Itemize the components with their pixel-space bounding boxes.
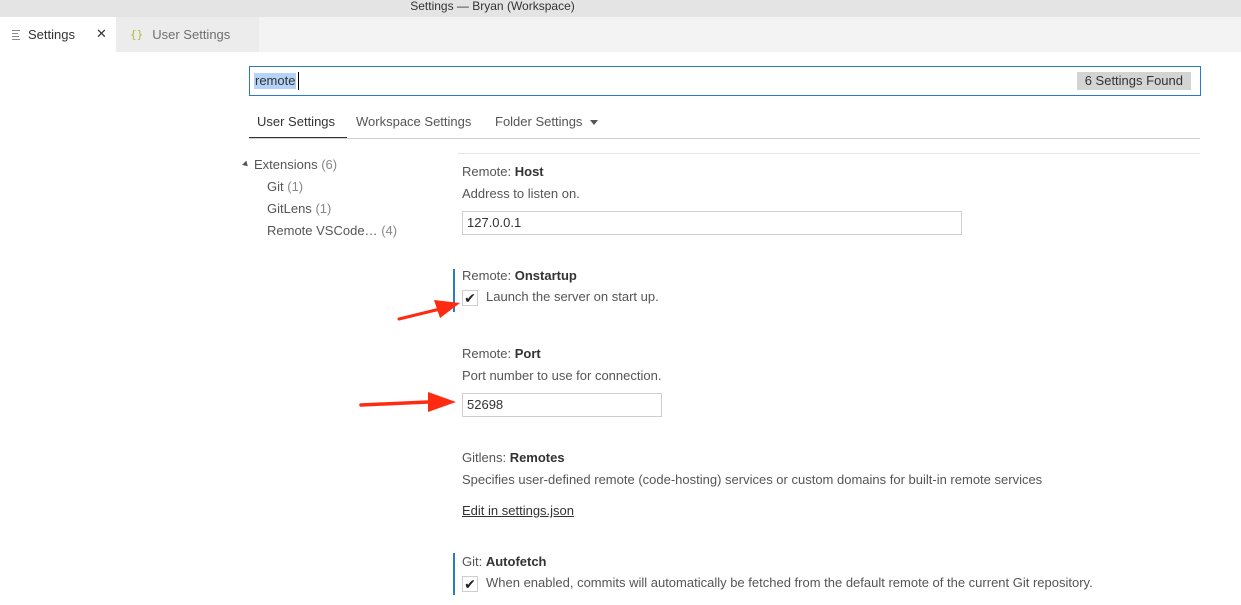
- toc-item-remote-vscode[interactable]: Remote VSCode… (4): [267, 223, 397, 238]
- setting-category: Git:: [462, 554, 486, 569]
- setting-title: Git: Autofetch: [462, 554, 547, 569]
- toc-count: (1): [315, 201, 332, 216]
- toc-item-git[interactable]: Git (1): [267, 179, 303, 194]
- setting-category: Gitlens:: [462, 450, 510, 465]
- setting-name: Onstartup: [514, 268, 577, 283]
- scope-tab-user-settings[interactable]: User Settings: [257, 114, 335, 129]
- modified-indicator: [453, 553, 455, 595]
- setting-remote-onstartup: Remote: Onstartup ✔ Launch the server on …: [462, 268, 659, 306]
- text-caret: [298, 72, 299, 90]
- setting-description: When enabled, commits will automatically…: [486, 575, 1093, 590]
- modified-indicator: [453, 269, 455, 312]
- arrow-icon: [397, 300, 460, 321]
- tab-settings[interactable]: Settings ✕: [0, 17, 116, 52]
- onstartup-checkbox[interactable]: ✔: [462, 289, 478, 306]
- link-row: Edit in settings.json: [462, 503, 1042, 518]
- setting-category: Remote:: [462, 268, 515, 283]
- setting-remote-port: Remote: Port Port number to use for conn…: [462, 346, 661, 383]
- setting-description: Specifies user-defined remote (code-host…: [462, 472, 1043, 487]
- setting-name: Remotes: [509, 450, 565, 465]
- toc-label: Remote VSCode…: [267, 223, 378, 238]
- onstartup-checkbox-row: ✔ Launch the server on start up.: [462, 289, 659, 306]
- braces-icon: {}: [130, 28, 144, 41]
- toc-label: Extensions: [254, 157, 318, 172]
- toc-count: (6): [321, 157, 338, 172]
- remote-port-input[interactable]: 52698: [462, 393, 662, 417]
- section-divider: [458, 153, 1200, 154]
- tab-label: User Settings: [152, 27, 231, 42]
- autofetch-checkbox[interactable]: ✔: [462, 575, 478, 592]
- scope-tab-folder-settings[interactable]: Folder Settings: [495, 114, 599, 129]
- autofetch-checkbox-row: ✔ When enabled, commits will automaticall…: [462, 575, 1093, 592]
- editor-tab-bar: Settings ✕ {} User Settings: [0, 17, 1241, 52]
- toc-item-gitlens[interactable]: GitLens (1): [267, 201, 331, 216]
- setting-category: Remote:: [462, 346, 515, 361]
- expand-triangle-icon: [242, 160, 250, 169]
- folder-settings-label: Folder Settings: [495, 114, 583, 129]
- settings-scope-tabs: User Settings Workspace Settings Folder …: [249, 108, 1200, 139]
- setting-title: Remote: Port: [462, 346, 661, 361]
- settings-search-input[interactable]: remote 6 Settings Found: [249, 66, 1201, 96]
- setting-description: Launch the server on start up.: [486, 289, 659, 304]
- setting-remote-host: Remote: Host Address to listen on.: [462, 164, 580, 201]
- tab-label: Settings: [28, 27, 75, 42]
- scope-tab-workspace-settings[interactable]: Workspace Settings: [356, 114, 471, 129]
- setting-category: Remote:: [462, 164, 515, 179]
- window-title: Settings — Bryan (Workspace): [410, 0, 575, 13]
- setting-title: Gitlens: Remotes: [462, 450, 1042, 465]
- setting-title: Remote: Host: [462, 164, 580, 179]
- toc-count: (4): [381, 223, 398, 238]
- setting-gitlens-remotes: Gitlens: Remotes Specifies user-defined …: [462, 450, 1042, 518]
- setting-name: Port: [514, 346, 541, 361]
- tab-user-settings[interactable]: {} User Settings: [116, 17, 259, 52]
- search-query: remote: [254, 73, 297, 89]
- arrow-icon: [359, 392, 456, 412]
- chevron-down-icon: [590, 120, 599, 126]
- setting-description: Address to listen on.: [462, 186, 580, 201]
- setting-title: Remote: Onstartup: [462, 268, 577, 283]
- settings-file-icon: [12, 28, 20, 42]
- toc-label: GitLens: [267, 201, 312, 216]
- toc-item-extensions[interactable]: Extensions (6): [242, 157, 338, 172]
- close-icon[interactable]: ✕: [96, 26, 107, 42]
- edit-in-settings-json-link[interactable]: Edit in settings.json: [462, 503, 574, 518]
- setting-description: Port number to use for connection.: [462, 368, 662, 383]
- setting-name: Autofetch: [485, 554, 547, 569]
- window-titlebar: Settings — Bryan (Workspace): [0, 0, 1241, 17]
- setting-name: Host: [514, 164, 544, 179]
- active-scope-underline: [249, 137, 347, 138]
- toc-count: (1): [287, 179, 304, 194]
- setting-git-autofetch: Git: Autofetch ✔ When enabled, commits wi…: [462, 554, 1093, 592]
- toc-label: Git: [267, 179, 284, 194]
- results-count-badge: 6 Settings Found: [1076, 72, 1191, 90]
- remote-host-input[interactable]: 127.0.0.1: [462, 211, 962, 235]
